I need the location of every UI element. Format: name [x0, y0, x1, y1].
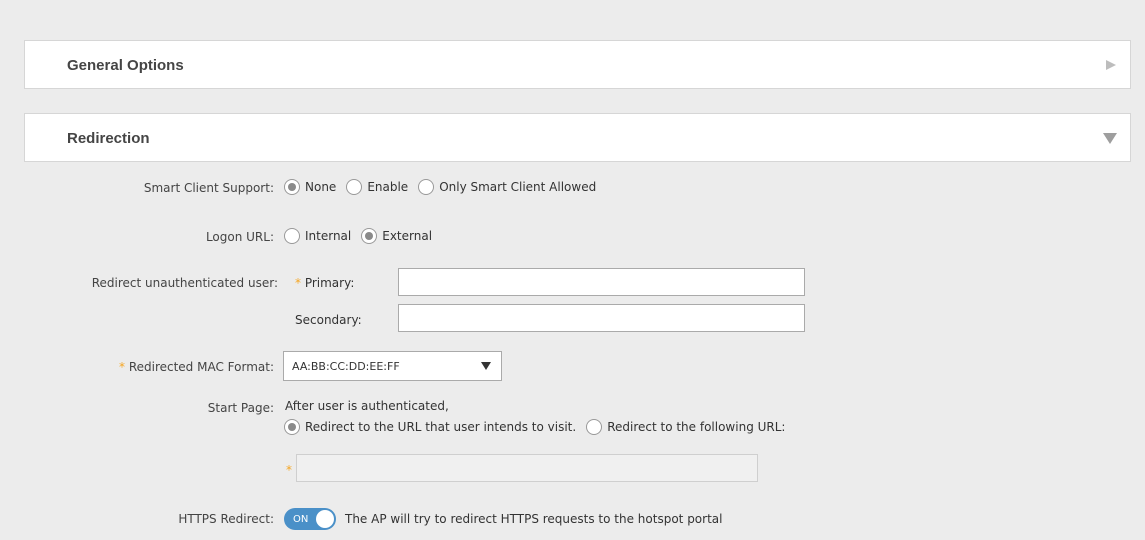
start-page-following-url-radio[interactable]: Redirect to the following URL:: [586, 419, 785, 435]
redirection-panel: Redirection: [24, 113, 1131, 162]
triangle-right-icon[interactable]: [1104, 58, 1118, 72]
mac-format-label-text: Redirected MAC Format:: [128, 360, 274, 374]
radio-label: None: [305, 180, 337, 194]
radio-unchecked-icon[interactable]: [586, 419, 603, 435]
redirection-title: Redirection: [67, 129, 150, 147]
radio-checked-icon[interactable]: [361, 228, 378, 244]
redirection-header[interactable]: Redirection: [25, 114, 1130, 162]
mac-format-select[interactable]: AA:BB:CC:DD:EE:FF: [283, 351, 502, 381]
logon-url-radio-group: Internal External: [284, 228, 442, 244]
start-page-label: Start Page:: [207, 401, 274, 415]
radio-label: External: [382, 229, 433, 243]
toggle-knob: [316, 510, 334, 528]
smart-client-none-radio[interactable]: None: [284, 179, 336, 195]
mac-format-selected-value: AA:BB:CC:DD:EE:FF: [292, 359, 400, 373]
radio-label: Only Smart Client Allowed: [439, 180, 597, 194]
toggle-label: ON: [293, 513, 309, 525]
dropdown-arrow-icon[interactable]: [481, 362, 491, 370]
smart-client-label: Smart Client Support:: [143, 181, 274, 195]
start-page-radio-group: Redirect to the URL that user intends to…: [284, 419, 795, 435]
primary-url-input[interactable]: [398, 268, 805, 296]
mac-format-label: * Redirected MAC Format:: [119, 360, 274, 374]
radio-unchecked-icon[interactable]: [418, 179, 435, 195]
required-mark: *: [295, 276, 301, 290]
smart-client-enable-radio[interactable]: Enable: [346, 179, 408, 195]
start-page-description: After user is authenticated,: [285, 399, 449, 413]
radio-unchecked-icon[interactable]: [346, 179, 363, 195]
radio-label: Enable: [367, 180, 409, 194]
smart-client-only-radio[interactable]: Only Smart Client Allowed: [418, 179, 596, 195]
primary-label-text: Primary:: [304, 276, 355, 290]
start-page-url-input[interactable]: [296, 454, 758, 482]
primary-label: * Primary:: [295, 276, 354, 290]
required-mark: *: [118, 360, 125, 374]
radio-unchecked-icon[interactable]: [284, 228, 300, 244]
logon-url-external-radio[interactable]: External: [361, 228, 432, 244]
https-redirect-description: The AP will try to redirect HTTPS reques…: [345, 512, 723, 526]
general-options-header[interactable]: General Options: [25, 41, 1130, 89]
redirect-unauth-label: Redirect unauthenticated user:: [91, 276, 278, 290]
logon-url-internal-radio[interactable]: Internal: [284, 228, 351, 244]
smart-client-radio-group: None Enable Only Smart Client Allowed: [284, 179, 606, 195]
radio-label: Redirect to the following URL:: [607, 420, 786, 434]
redirection-content: Smart Client Support: None Enable Only S…: [0, 162, 1145, 540]
general-options-panel: General Options: [24, 40, 1131, 89]
https-redirect-label: HTTPS Redirect:: [178, 512, 274, 526]
secondary-label: Secondary:: [295, 313, 362, 327]
start-page-intended-url-radio[interactable]: Redirect to the URL that user intends to…: [284, 419, 576, 435]
general-options-title: General Options: [67, 56, 184, 74]
secondary-url-input[interactable]: [398, 304, 805, 332]
logon-url-label: Logon URL:: [205, 230, 274, 244]
radio-label: Internal: [305, 229, 352, 243]
radio-checked-icon[interactable]: [284, 179, 300, 195]
radio-label: Redirect to the URL that user intends to…: [305, 420, 577, 434]
radio-checked-icon[interactable]: [284, 419, 300, 435]
https-redirect-toggle[interactable]: ON: [284, 508, 336, 530]
triangle-down-icon[interactable]: [1102, 130, 1118, 146]
required-mark: *: [286, 463, 292, 477]
